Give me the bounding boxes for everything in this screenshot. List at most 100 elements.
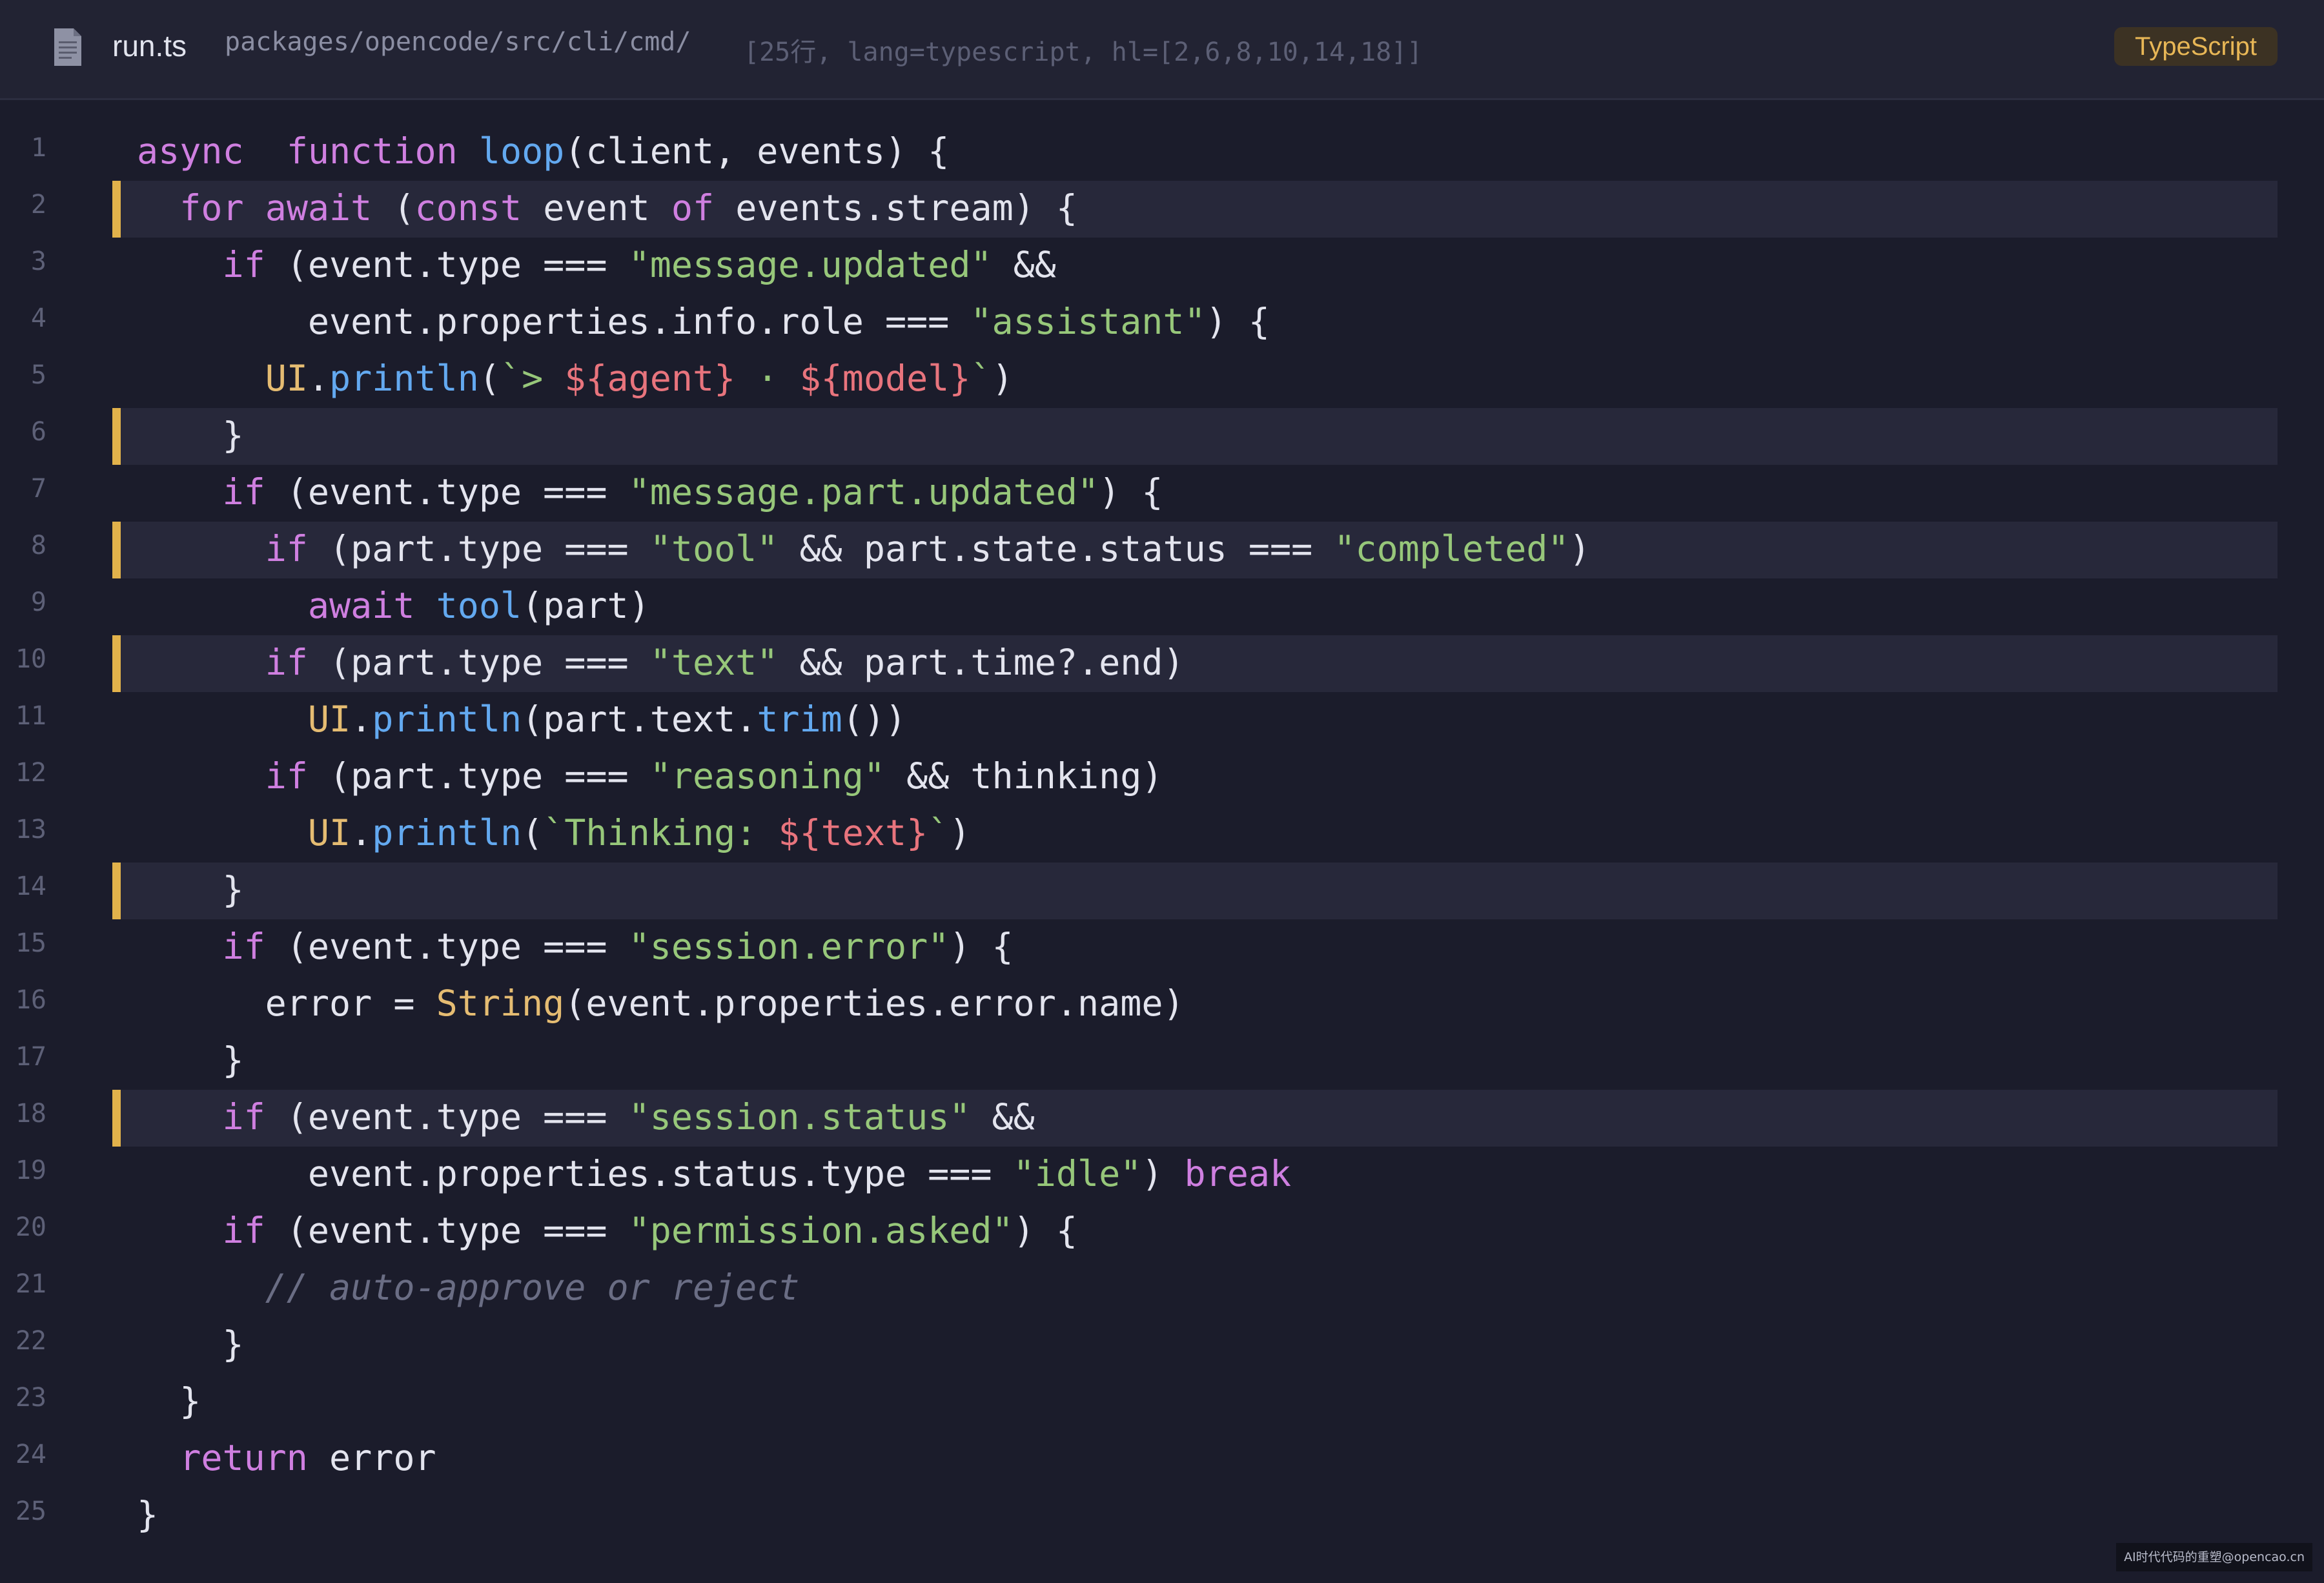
line-source: // auto-approve or reject <box>137 1267 800 1308</box>
code-token: ( <box>522 812 544 853</box>
line-source: } <box>137 414 243 456</box>
code-line: 4 event.properties.info.role === "assist… <box>0 294 2324 351</box>
line-source: UI.println(part.text.trim()) <box>137 699 906 740</box>
line-number: 2 <box>30 190 46 220</box>
line-highlight-marker <box>112 635 121 692</box>
code-token: "completed" <box>1334 528 1569 569</box>
line-highlight-marker <box>112 181 121 238</box>
line-number: 9 <box>30 587 46 617</box>
line-number: 13 <box>15 815 46 844</box>
code-line: 1 async function loop(client, events) { <box>0 124 2324 181</box>
code-token: } <box>137 869 244 910</box>
code-token: // auto-approve or reject <box>265 1267 800 1308</box>
code-line: 15 if (event.type === "session.error") { <box>0 919 2324 976</box>
line-source: } <box>137 1380 201 1422</box>
line-number: 7 <box>30 474 46 504</box>
code-token: (event.properties.error.name) <box>564 983 1185 1024</box>
code-token: . <box>307 358 330 399</box>
code-line: 5 UI.println(`> ${agent} · ${model}`) <box>0 351 2324 408</box>
code-token: (event.type === <box>265 1210 629 1251</box>
code-token: await <box>307 585 415 626</box>
line-number: 25 <box>15 1496 46 1526</box>
code-token: if <box>222 926 265 967</box>
code-token: ${agent} <box>564 358 736 399</box>
code-token: ) <box>1569 528 1591 569</box>
code-line: 24 return error <box>0 1431 2324 1487</box>
line-source: event.properties.info.role === "assistan… <box>137 301 1270 342</box>
code-token: === <box>543 244 607 285</box>
line-number: 22 <box>15 1326 46 1356</box>
line-source: error = String(event.properties.error.na… <box>137 983 1185 1024</box>
line-number: 10 <box>15 644 46 674</box>
line-source: if (event.type === "session.status" && <box>137 1096 1035 1138</box>
code-token: if <box>222 1096 265 1138</box>
file-name[interactable]: run.ts <box>112 28 187 63</box>
code-token: `> <box>500 358 565 399</box>
code-token: event <box>522 187 671 229</box>
code-token: if <box>265 755 308 797</box>
code-line: 13 UI.println(`Thinking: ${text}`) <box>0 806 2324 863</box>
line-source: for await (const event of events.stream)… <box>137 187 1077 229</box>
code-token: && <box>970 1096 1035 1138</box>
code-token: UI <box>307 699 351 740</box>
code-token: ` <box>928 812 950 853</box>
file-meta: [25行, lang=typescript, hl=[2,6,8,10,14,1… <box>744 37 1423 67</box>
code-token: ${model} <box>799 358 971 399</box>
code-line: 21 // auto-approve or reject <box>0 1260 2324 1317</box>
line-source: } <box>137 869 244 910</box>
code-token: "session.error" <box>628 926 950 967</box>
code-token: ` <box>970 358 992 399</box>
code-line: 9 await tool(part) <box>0 578 2324 635</box>
code-token: println <box>329 358 479 399</box>
code-token: function <box>286 130 458 172</box>
code-token: error <box>307 1437 436 1478</box>
code-token: return <box>179 1437 308 1478</box>
line-source: if (event.type === "permission.asked") { <box>137 1210 1077 1251</box>
line-number: 24 <box>15 1440 46 1469</box>
line-source: UI.println(`Thinking: ${text}`) <box>137 812 971 853</box>
code-token: (event.type === <box>265 926 629 967</box>
code-line: 16 error = String(event.properties.error… <box>0 976 2324 1033</box>
code-line: 19 event.properties.status.type === "idl… <box>0 1147 2324 1203</box>
code-token: if <box>222 244 265 285</box>
line-source: } <box>137 1494 158 1535</box>
code-token: "tool" <box>649 528 779 569</box>
code-token: (part.text. <box>522 699 757 740</box>
code-token: break <box>1184 1153 1292 1194</box>
code-token: of <box>671 187 715 229</box>
code-token: · <box>735 358 800 399</box>
line-number: 12 <box>15 758 46 788</box>
code-line: 10 if (part.type === "text" && part.time… <box>0 635 2324 692</box>
line-highlight-marker <box>112 522 121 578</box>
code-token: event.properties.status.type === <box>137 1153 1014 1194</box>
code-line: 22 } <box>0 1317 2324 1374</box>
code-line: 25} <box>0 1487 2324 1544</box>
code-token: println <box>372 699 522 740</box>
code-line: 6 } <box>0 408 2324 465</box>
line-source: if (event.type === "session.error") { <box>137 926 1013 967</box>
code-token: if <box>222 471 265 513</box>
code-line: 7 if (event.type === "message.part.updat… <box>0 465 2324 522</box>
line-source: if (part.type === "tool" && part.state.s… <box>137 528 1591 569</box>
line-source: event.properties.status.type === "idle")… <box>137 1153 1291 1194</box>
line-highlight-marker <box>112 408 121 465</box>
line-number: 11 <box>15 701 46 731</box>
code-token: ( <box>372 187 415 229</box>
line-source: if (event.type === "message.updated" && <box>137 244 1056 285</box>
code-line: 12 if (part.type === "reasoning" && thin… <box>0 749 2324 806</box>
line-source: } <box>137 1323 244 1365</box>
code-token: && part.time?.end) <box>778 642 1185 683</box>
code-token: } <box>137 1380 201 1422</box>
code-token: (event.type === <box>265 1096 629 1138</box>
code-token: (client, events) { <box>564 130 950 172</box>
code-token: } <box>137 1323 244 1365</box>
code-token: ) { <box>1013 1210 1077 1251</box>
code-token: && <box>992 244 1056 285</box>
